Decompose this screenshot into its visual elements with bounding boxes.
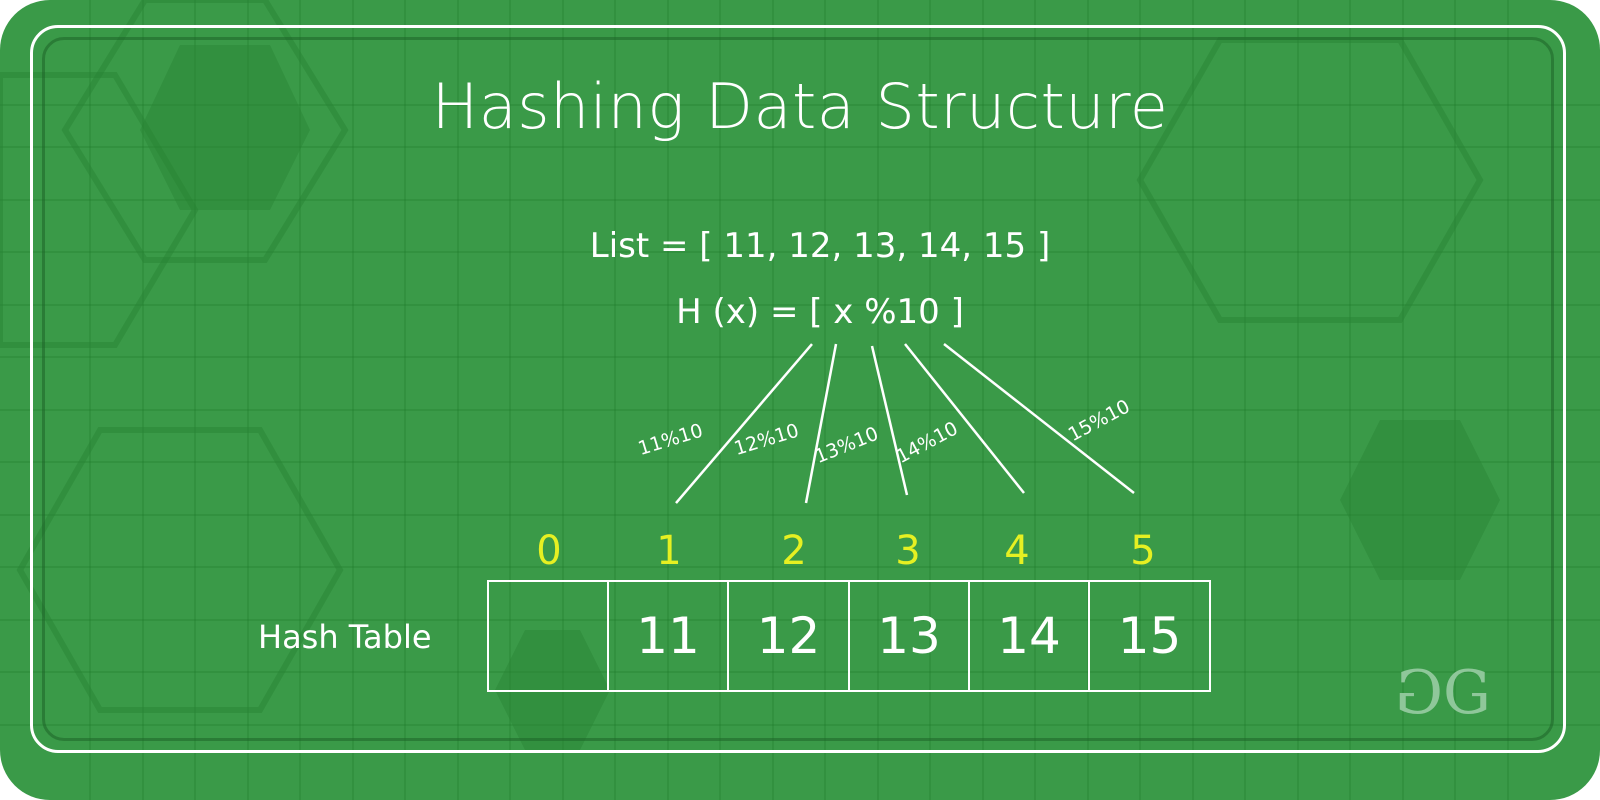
mapping-line-14 <box>904 343 1025 494</box>
hash-table-cell-1: 11 <box>609 582 729 690</box>
index-3: 3 <box>895 528 921 574</box>
hash-table-cell-5: 15 <box>1117 607 1182 665</box>
index-5: 5 <box>1130 528 1156 574</box>
hash-table-cell-4: 14 <box>970 582 1090 690</box>
mapping-line-13 <box>870 345 909 496</box>
gfg-logo: GG <box>1405 658 1491 728</box>
hash-table-cell-2: 12 <box>729 582 850 690</box>
index-4: 4 <box>1004 528 1030 574</box>
index-0: 0 <box>536 528 562 574</box>
logo-left-glyph: G <box>1405 658 1443 728</box>
hash-table-cell-3: 13 <box>850 582 970 690</box>
logo-right-glyph: G <box>1442 658 1491 728</box>
diagram-card: Hashing Data Structure List = [ 11, 12, … <box>0 0 1600 800</box>
hash-table-label: Hash Table <box>258 618 432 656</box>
hash-table-cell-0 <box>489 582 609 690</box>
hash-table: 11 12 13 14 15 <box>487 580 1211 692</box>
index-2: 2 <box>781 528 807 574</box>
mapping-line-12 <box>804 343 838 504</box>
index-1: 1 <box>656 528 682 574</box>
